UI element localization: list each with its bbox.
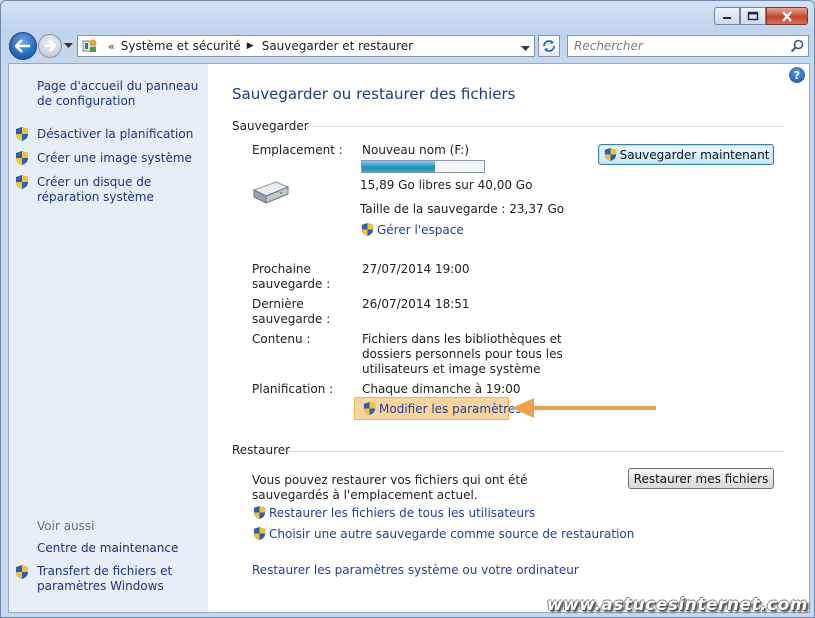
help-button[interactable]: ? [789,67,805,83]
close-button[interactable] [766,7,808,25]
control-panel-icon [82,39,97,52]
drive-free-space: 15,89 Go libres sur 40,00 Go [360,178,533,192]
refresh-icon [543,40,555,52]
maximize-icon [747,11,759,21]
contents-label: Contenu : [252,332,311,346]
search-placeholder: Rechercher [574,39,643,53]
maximize-button[interactable] [740,7,766,25]
uac-shield-icon [363,401,376,416]
refresh-button[interactable] [538,35,560,57]
chevron-down-icon [521,46,530,51]
schedule-value: Chaque dimanche à 19:00 [362,382,521,396]
sidebar-item-action-center[interactable]: Centre de maintenance [37,541,178,556]
uac-shield-icon [16,565,28,579]
choose-other-backup-link[interactable]: Choisir une autre sauvegarde comme sourc… [252,526,634,542]
minimize-icon [723,17,731,19]
restore-all-users-link[interactable]: Restaurer les fichiers de tous les utili… [252,505,535,521]
caption-buttons [714,7,808,25]
address-dropdown-button[interactable] [521,41,530,55]
sidebar-item-disable-schedule[interactable]: Désactiver la planification [37,127,193,142]
restore-my-files-label: Restaurer mes fichiers [633,471,769,486]
change-settings-label: Modifier les paramètres [379,402,522,416]
annotation-arrow-icon [512,398,656,418]
watermark: www.astucesinternet.com [546,595,808,615]
manage-space-label: Gérer l'espace [377,223,464,237]
uac-shield-icon [253,505,266,520]
window-frame: « Système et sécurité ▶ Sauvegarder et r… [0,0,815,618]
breadcrumb-prefix[interactable]: « [108,40,115,53]
backup-now-button[interactable]: Sauvegarder maintenant [598,144,774,165]
content-area: Page d'accueil du panneau de configurati… [8,63,810,613]
breadcrumb-separator-icon[interactable]: ▶ [247,41,254,51]
backup-section-header: Sauvegarder [232,119,309,133]
restore-section-divider [288,451,785,452]
sidebar-item-easy-transfer[interactable]: Transfert de fichiers et paramètres Wind… [37,564,187,594]
sidebar-home-link[interactable]: Page d'accueil du panneau de configurati… [37,79,202,109]
breadcrumb-item-system-security[interactable]: Système et sécurité [121,39,241,53]
schedule-label: Planification : [252,382,334,396]
next-backup-value: 27/07/2014 19:00 [362,262,470,276]
sidebar-item-create-system-image[interactable]: Créer une image système [37,151,192,166]
arrow-left-icon [15,39,30,53]
breadcrumb-item-backup-restore[interactable]: Sauvegarder et restaurer [262,39,413,53]
search-input[interactable]: Rechercher [567,35,809,57]
recover-system-link[interactable]: Restaurer les paramètres système ou votr… [252,563,579,578]
address-bar[interactable]: « Système et sécurité ▶ Sauvegarder et r… [77,35,535,57]
sidebar-item-create-repair-disc[interactable]: Créer un disque de réparation système [37,175,202,205]
uac-shield-icon [16,127,28,141]
change-settings-link[interactable]: Modifier les paramètres [362,401,521,417]
recent-pages-dropdown[interactable] [64,40,74,52]
arrow-right-icon [45,40,56,52]
restore-all-users-label: Restaurer les fichiers de tous les utili… [269,506,536,520]
chevron-down-icon [64,43,73,48]
restore-my-files-button[interactable]: Restaurer mes fichiers [628,468,774,489]
page-title: Sauvegarder ou restaurer des fichiers [232,85,516,103]
backup-size: Taille de la sauvegarde : 23,37 Go [360,202,565,216]
uac-shield-icon [16,151,28,165]
last-backup-label: Dernière sauvegarde : [252,297,331,326]
drive-usage-bar [361,160,485,173]
uac-shield-icon [16,175,28,189]
forward-button[interactable] [38,34,62,58]
minimize-button[interactable] [714,7,740,25]
sidebar: Page d'accueil du panneau de configurati… [9,64,208,612]
drive-usage-fill [362,161,436,172]
backup-now-label: Sauvegarder maintenant [619,147,770,162]
back-button[interactable] [9,32,37,60]
hard-drive-icon [252,181,290,204]
see-also-heading: Voir aussi [37,519,95,533]
manage-space-link[interactable]: Gérer l'espace [360,222,464,238]
uac-shield-icon [604,147,616,162]
restore-section-header: Restaurer [232,443,291,457]
choose-other-backup-label: Choisir une autre sauvegarde comme sourc… [269,527,635,541]
main-panel: ? Sauvegarder ou restaurer des fichiers … [208,64,809,612]
location-label: Emplacement : [252,143,343,157]
contents-value: Fichiers dans les bibliothèques et dossi… [362,332,563,376]
help-icon: ? [793,68,801,82]
uac-shield-icon [253,526,266,541]
next-backup-label: Prochaine sauvegarde : [252,262,331,291]
last-backup-value: 26/07/2014 18:51 [362,297,470,311]
drive-name: Nouveau nom (F:) [362,143,470,157]
close-icon [782,10,792,22]
uac-shield-icon [361,222,374,237]
restore-description: Vous pouvez restaurer vos fichiers qui o… [252,473,528,502]
search-icon[interactable] [790,39,804,53]
backup-section-divider [304,126,785,127]
